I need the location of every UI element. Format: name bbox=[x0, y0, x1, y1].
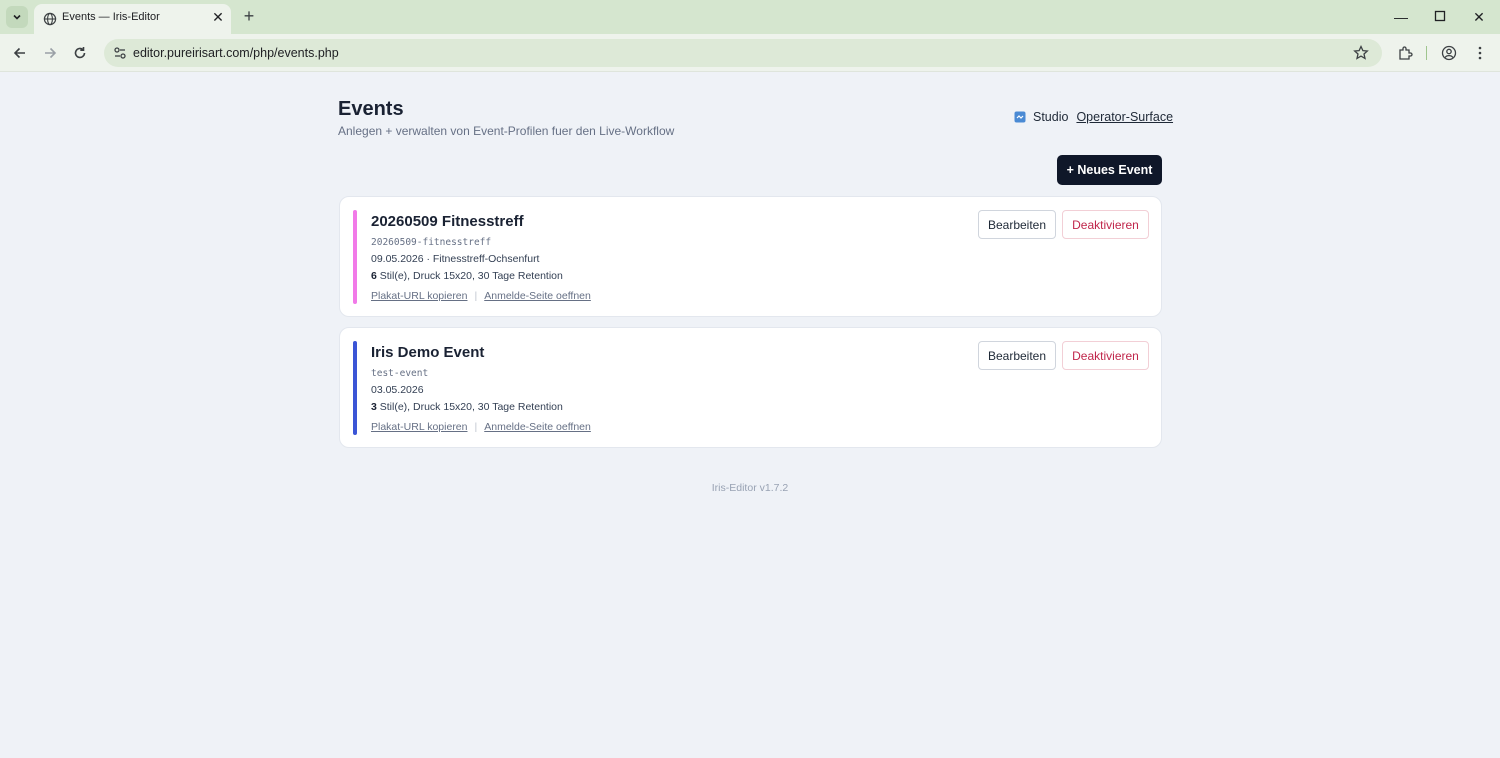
window-close-icon[interactable]: ✕ bbox=[1470, 8, 1488, 26]
page-title: Events bbox=[338, 98, 404, 120]
link-separator: | bbox=[474, 290, 478, 302]
open-signup-page-link[interactable]: Anmelde-Seite oeffnen bbox=[484, 290, 591, 302]
studio-label: Studio bbox=[1033, 110, 1069, 124]
edit-button[interactable]: Bearbeiten bbox=[978, 341, 1056, 370]
event-title: 20260509 Fitnesstreff bbox=[371, 213, 524, 230]
footer-version: Iris-Editor v1.7.2 bbox=[711, 482, 789, 494]
globe-icon bbox=[43, 12, 57, 26]
menu-kebab-icon[interactable] bbox=[1471, 44, 1489, 62]
page-subtitle: Anlegen + verwalten von Event-Profilen f… bbox=[338, 124, 675, 138]
browser-tabbar: Events — Iris-Editor ✕ + — ✕ bbox=[0, 0, 1500, 34]
event-links: Plakat-URL kopieren | Anmelde-Seite oeff… bbox=[371, 290, 591, 302]
open-signup-page-link[interactable]: Anmelde-Seite oeffnen bbox=[484, 421, 591, 433]
bookmark-star-icon[interactable] bbox=[1352, 44, 1370, 62]
forward-icon[interactable] bbox=[40, 43, 60, 63]
toolbar-separator bbox=[1426, 46, 1427, 60]
site-info-icon[interactable] bbox=[112, 45, 128, 61]
operator-surface-link[interactable]: Operator-Surface bbox=[1076, 110, 1173, 124]
browser-toolbar: editor.pureirisart.com/php/events.php bbox=[0, 34, 1500, 72]
copy-poster-url-link[interactable]: Plakat-URL kopieren bbox=[371, 421, 468, 433]
event-styles: 3 Stil(e), Druck 15x20, 30 Tage Retentio… bbox=[371, 401, 563, 413]
page-content: Events Anlegen + verwalten von Event-Pro… bbox=[0, 72, 1500, 758]
profile-icon[interactable] bbox=[1440, 44, 1458, 62]
style-details: Stil(e), Druck 15x20, 30 Tage Retention bbox=[376, 401, 563, 413]
tab-title: Events — Iris-Editor bbox=[62, 11, 160, 23]
event-meta: 09.05.2026 · Fitnesstreff-Ochsenfurt bbox=[371, 253, 540, 265]
event-card: 20260509 Fitnesstreff 20260509-fitnesstr… bbox=[339, 196, 1162, 317]
event-color-stripe bbox=[353, 341, 357, 435]
deactivate-button[interactable]: Deaktivieren bbox=[1062, 210, 1149, 239]
event-slug: test-event bbox=[371, 368, 429, 379]
extensions-icon[interactable] bbox=[1396, 44, 1414, 62]
event-title: Iris Demo Event bbox=[371, 344, 485, 361]
browser-tab-events[interactable]: Events — Iris-Editor ✕ bbox=[34, 4, 231, 34]
address-bar[interactable]: editor.pureirisart.com/php/events.php bbox=[104, 39, 1382, 67]
event-card: Iris Demo Event test-event 03.05.2026 3 … bbox=[339, 327, 1162, 448]
event-slug: 20260509-fitnesstreff bbox=[371, 237, 492, 248]
tab-search-button[interactable] bbox=[6, 6, 28, 28]
copy-poster-url-link[interactable]: Plakat-URL kopieren bbox=[371, 290, 468, 302]
event-styles: 6 Stil(e), Druck 15x20, 30 Tage Retentio… bbox=[371, 270, 563, 282]
style-details: Stil(e), Druck 15x20, 30 Tage Retention bbox=[376, 270, 563, 282]
studio-nav: Studio Operator-Surface bbox=[1014, 110, 1173, 124]
event-links: Plakat-URL kopieren | Anmelde-Seite oeff… bbox=[371, 421, 591, 433]
maximize-icon[interactable] bbox=[1431, 8, 1449, 26]
edit-button[interactable]: Bearbeiten bbox=[978, 210, 1056, 239]
minimize-icon[interactable]: — bbox=[1392, 8, 1410, 26]
new-event-button[interactable]: + Neues Event bbox=[1057, 155, 1162, 185]
back-icon[interactable] bbox=[10, 43, 30, 63]
new-tab-button[interactable]: + bbox=[239, 6, 259, 26]
event-meta: 03.05.2026 bbox=[371, 384, 424, 396]
event-color-stripe bbox=[353, 210, 357, 304]
close-icon[interactable]: ✕ bbox=[210, 9, 226, 25]
url-text: editor.pureirisart.com/php/events.php bbox=[133, 46, 339, 60]
link-separator: | bbox=[474, 421, 478, 433]
studio-icon bbox=[1014, 111, 1026, 123]
reload-icon[interactable] bbox=[70, 43, 90, 63]
deactivate-button[interactable]: Deaktivieren bbox=[1062, 341, 1149, 370]
chevron-down-icon bbox=[13, 14, 21, 20]
